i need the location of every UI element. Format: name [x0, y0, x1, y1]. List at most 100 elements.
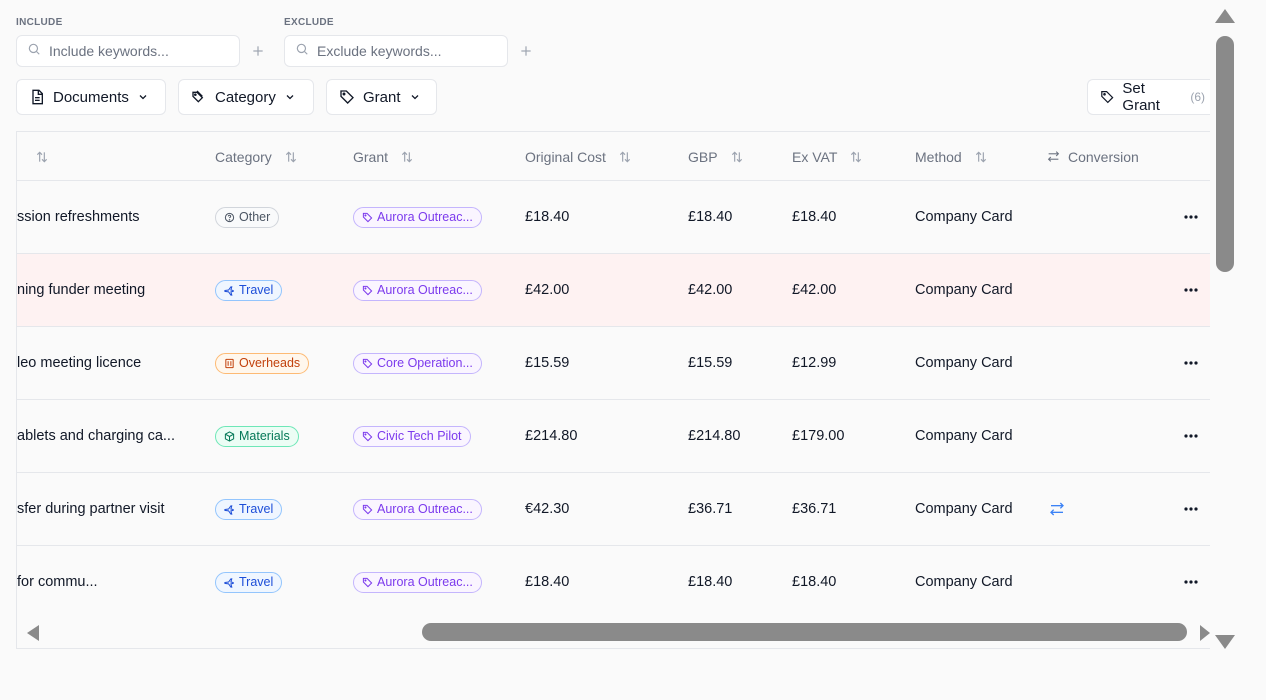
- set-grant-label: Set Grant: [1122, 80, 1160, 114]
- original-cost-cell: £15.59: [525, 355, 570, 371]
- table-row[interactable]: ssion refreshments Other Aurora Outreac.…: [17, 181, 1210, 254]
- category-badge[interactable]: Travel: [215, 571, 283, 593]
- box-icon: [224, 430, 235, 442]
- documents-label: Documents: [53, 88, 129, 106]
- grant-badge[interactable]: Core Operation...: [353, 352, 482, 374]
- search-icon: [27, 42, 41, 61]
- category-dropdown[interactable]: Category: [178, 79, 314, 115]
- column-header-original-cost[interactable]: Original Cost: [525, 132, 632, 181]
- scroll-left-arrow[interactable]: [27, 625, 39, 641]
- description-cell: ablets and charging ca...: [17, 428, 175, 444]
- chevron-down-icon: [139, 95, 147, 100]
- more-horizontal-icon: [1184, 288, 1198, 292]
- sort-icon[interactable]: [730, 150, 744, 164]
- grant-dropdown[interactable]: Grant: [326, 79, 437, 115]
- category-badge[interactable]: Travel: [215, 498, 283, 520]
- add-exclude-button[interactable]: [516, 40, 536, 62]
- table-row[interactable]: ning funder meeting Travel Aurora Outrea…: [17, 254, 1210, 327]
- gbp-cell: £18.40: [688, 574, 733, 590]
- row-actions-button[interactable]: [1181, 473, 1201, 545]
- method-cell: Company Card: [915, 282, 1013, 298]
- exclude-keywords-input[interactable]: [317, 43, 497, 59]
- row-actions-button[interactable]: [1181, 181, 1201, 253]
- chevron-down-icon: [286, 95, 294, 100]
- column-header-gbp[interactable]: GBP: [688, 132, 744, 181]
- column-header-conversion: Conversion: [1047, 132, 1139, 181]
- method-cell: Company Card: [915, 574, 1013, 590]
- grant-badge-label: Civic Tech Pilot: [377, 429, 462, 443]
- category-badge-label: Travel: [239, 283, 274, 297]
- sort-icon[interactable]: [400, 150, 414, 164]
- add-include-button[interactable]: [248, 40, 268, 62]
- conversion-cell: [1049, 473, 1065, 545]
- row-actions-button[interactable]: [1181, 254, 1201, 326]
- category-badge[interactable]: Overheads: [215, 352, 310, 374]
- grant-badge[interactable]: Aurora Outreac...: [353, 279, 482, 301]
- grant-badge-label: Aurora Outreac...: [377, 283, 473, 297]
- table-row[interactable]: sfer during partner visit Travel Aurora …: [17, 473, 1210, 546]
- grant-badge[interactable]: Aurora Outreac...: [353, 206, 482, 228]
- ex-vat-cell: £36.71: [792, 501, 837, 517]
- include-keywords-input[interactable]: [49, 43, 229, 59]
- more-horizontal-icon: [1184, 580, 1198, 584]
- grant-label: Grant: [363, 88, 401, 106]
- column-header-method-label: Method: [915, 148, 962, 165]
- table-row[interactable]: leo meeting licence Overheads Core Opera…: [17, 327, 1210, 400]
- sort-icon[interactable]: [974, 150, 988, 164]
- sort-icon[interactable]: [284, 150, 298, 164]
- method-cell: Company Card: [915, 501, 1013, 517]
- grant-badge[interactable]: Aurora Outreac...: [353, 498, 482, 520]
- column-header-method[interactable]: Method: [915, 132, 988, 181]
- table-header: Category Grant Original Cost GBP Ex VAT …: [17, 132, 1210, 181]
- grant-badge[interactable]: Civic Tech Pilot: [353, 425, 471, 447]
- more-horizontal-icon: [1184, 215, 1198, 219]
- exclude-search-box[interactable]: [284, 35, 508, 67]
- ex-vat-cell: £42.00: [792, 282, 837, 298]
- column-header-grant[interactable]: Grant: [353, 132, 414, 181]
- original-cost-cell: £18.40: [525, 574, 570, 590]
- conversion-swap-icon[interactable]: [1049, 501, 1065, 517]
- set-grant-count: (6): [1190, 90, 1205, 104]
- column-header-ex-vat[interactable]: Ex VAT: [792, 132, 863, 181]
- set-grant-button[interactable]: Set Grant (6): [1087, 79, 1217, 115]
- category-badge[interactable]: Other: [215, 206, 280, 228]
- scroll-right-arrow[interactable]: [1200, 625, 1210, 641]
- column-header-original-cost-label: Original Cost: [525, 148, 606, 165]
- more-horizontal-icon: [1184, 507, 1198, 511]
- scroll-down-arrow[interactable]: [1215, 635, 1235, 649]
- row-actions-button[interactable]: [1181, 327, 1201, 399]
- description-cell: leo meeting licence: [17, 355, 142, 371]
- grant-badge[interactable]: Aurora Outreac...: [353, 571, 482, 593]
- plus-icon: [521, 46, 531, 56]
- horizontal-scrollbar-thumb[interactable]: [422, 623, 1187, 641]
- scroll-up-arrow[interactable]: [1215, 9, 1235, 23]
- ex-vat-cell: £18.40: [792, 209, 837, 225]
- swap-icon: [1047, 151, 1060, 162]
- column-header-description[interactable]: [35, 132, 49, 181]
- vertical-scrollbar-thumb[interactable]: [1216, 36, 1234, 272]
- sort-icon[interactable]: [849, 150, 863, 164]
- table-row[interactable]: for commu... Travel Aurora Outreac... £1…: [17, 546, 1210, 619]
- category-badge-label: Overheads: [239, 356, 301, 370]
- row-actions-button[interactable]: [1181, 400, 1201, 472]
- documents-dropdown[interactable]: Documents: [16, 79, 166, 115]
- description-cell: ning funder meeting: [17, 282, 146, 298]
- category-badge[interactable]: Materials: [215, 425, 299, 447]
- sort-icon[interactable]: [35, 150, 49, 164]
- include-search-box[interactable]: [16, 35, 240, 67]
- column-header-category[interactable]: Category: [215, 132, 298, 181]
- ex-vat-cell: £18.40: [792, 574, 837, 590]
- row-actions-button[interactable]: [1181, 546, 1201, 618]
- grant-badge-label: Aurora Outreac...: [377, 575, 473, 589]
- description-cell: for commu...: [17, 574, 98, 590]
- category-badge-label: Other: [239, 210, 271, 224]
- category-label: Category: [215, 88, 276, 106]
- sort-icon[interactable]: [618, 150, 632, 164]
- category-badge-label: Travel: [239, 502, 274, 516]
- tag-icon: [362, 285, 373, 296]
- method-cell: Company Card: [915, 209, 1013, 225]
- category-badge[interactable]: Travel: [215, 279, 283, 301]
- tag-icon: [362, 577, 373, 588]
- table-row[interactable]: ablets and charging ca... Materials Civi…: [17, 400, 1210, 473]
- column-header-grant-label: Grant: [353, 148, 389, 165]
